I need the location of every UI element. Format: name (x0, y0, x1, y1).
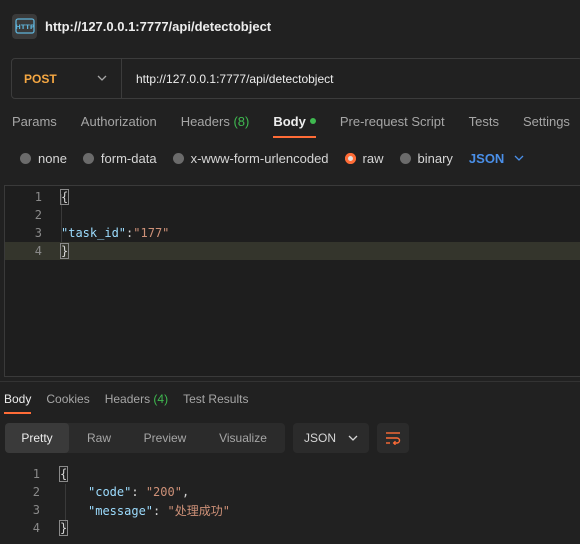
editor-line: 2 (5, 206, 580, 224)
json-key: "code" (88, 485, 132, 499)
pane-divider[interactable] (0, 381, 580, 382)
view-raw[interactable]: Raw (69, 423, 129, 453)
method-select[interactable]: POST (12, 59, 122, 98)
request-title-bar: HTTP http://127.0.0.1:7777/api/detectobj… (0, 0, 580, 52)
body-modified-dot-icon (309, 117, 316, 124)
tab-body[interactable]: Body (273, 108, 316, 138)
line-number: 1 (32, 467, 40, 481)
line-number: 3 (32, 503, 40, 517)
radio-urlencoded[interactable]: x-www-form-urlencoded (172, 151, 329, 166)
radio-binary[interactable]: binary (399, 151, 453, 166)
response-tabs: Body Cookies Headers (4) Test Results (0, 388, 259, 414)
request-body-editor[interactable]: 1 { 2 3 "task_id":"177" 4 } (4, 185, 580, 377)
close-brace: } (58, 520, 69, 536)
response-headers-count: (4) (153, 392, 169, 406)
response-tab-body[interactable]: Body (4, 388, 32, 414)
line-number: 4 (32, 521, 40, 535)
response-tab-cookies[interactable]: Cookies (46, 388, 89, 414)
url-input[interactable] (122, 71, 562, 86)
response-line: 2 "code": "200", (0, 483, 189, 501)
response-tab-test-results[interactable]: Test Results (183, 388, 248, 414)
response-format-select[interactable]: JSON (293, 423, 369, 453)
close-brace: } (59, 243, 70, 259)
view-visualize[interactable]: Visualize (201, 423, 285, 453)
response-view-toggle: Pretty Raw Preview Visualize (5, 423, 285, 453)
radio-raw[interactable]: raw (344, 151, 384, 166)
response-tab-headers[interactable]: Headers (4) (105, 388, 168, 414)
radio-off-icon (20, 152, 31, 164)
tab-pre-request-script[interactable]: Pre-request Script (340, 108, 445, 138)
radio-on-icon (344, 152, 356, 164)
chevron-down-icon (97, 75, 107, 81)
json-key: "message" (88, 503, 154, 518)
line-number: 2 (34, 208, 42, 222)
chevron-down-icon (514, 155, 524, 161)
tab-authorization[interactable]: Authorization (81, 108, 157, 138)
response-line: 1 { (0, 465, 69, 483)
view-preview[interactable]: Preview (129, 423, 201, 453)
open-brace: { (59, 189, 70, 205)
method-label: POST (24, 71, 57, 86)
tab-tests[interactable]: Tests (469, 108, 499, 138)
headers-count: (8) (233, 114, 250, 129)
view-pretty[interactable]: Pretty (5, 423, 69, 453)
radio-off-icon (82, 152, 94, 164)
response-line: 3 "message": "处理成功" (0, 501, 230, 519)
response-line: 4 } (0, 519, 69, 537)
editor-line: 3 "task_id":"177" (5, 224, 580, 242)
body-type-options: none form-data x-www-form-urlencoded raw… (0, 146, 524, 170)
raw-format-select[interactable]: JSON (469, 151, 524, 166)
wrap-lines-button[interactable] (377, 423, 409, 453)
svg-text:HTTP: HTTP (15, 23, 34, 31)
json-key: "task_id" (61, 226, 127, 240)
json-value: "177" (133, 226, 170, 240)
radio-none[interactable]: none (20, 151, 67, 166)
url-bar: POST (11, 58, 580, 99)
editor-line-current: 4 } (5, 242, 580, 260)
tab-params[interactable]: Params (12, 108, 57, 138)
wrap-lines-icon (386, 432, 401, 445)
request-tabs: Params Authorization Headers (8) Body Pr… (0, 108, 580, 138)
editor-line: 1 { (5, 188, 580, 206)
http-icon: HTTP (12, 13, 37, 39)
json-value: "处理成功" (167, 503, 230, 518)
chevron-down-icon (348, 435, 358, 441)
line-number: 4 (34, 244, 42, 258)
radio-off-icon (172, 152, 184, 164)
radio-off-icon (399, 152, 411, 164)
line-number: 3 (34, 226, 42, 240)
json-value: "200" (145, 485, 182, 499)
open-brace: { (58, 466, 69, 482)
tab-settings[interactable]: Settings (523, 108, 570, 138)
response-body-viewer[interactable]: 1 { 2 "code": "200", 3 "message": "处理成功"… (0, 464, 580, 544)
tab-headers[interactable]: Headers (8) (181, 108, 250, 138)
line-number: 1 (34, 190, 42, 204)
radio-form-data[interactable]: form-data (82, 151, 157, 166)
line-number: 2 (32, 485, 40, 499)
request-title[interactable]: http://127.0.0.1:7777/api/detectobject (45, 19, 271, 34)
